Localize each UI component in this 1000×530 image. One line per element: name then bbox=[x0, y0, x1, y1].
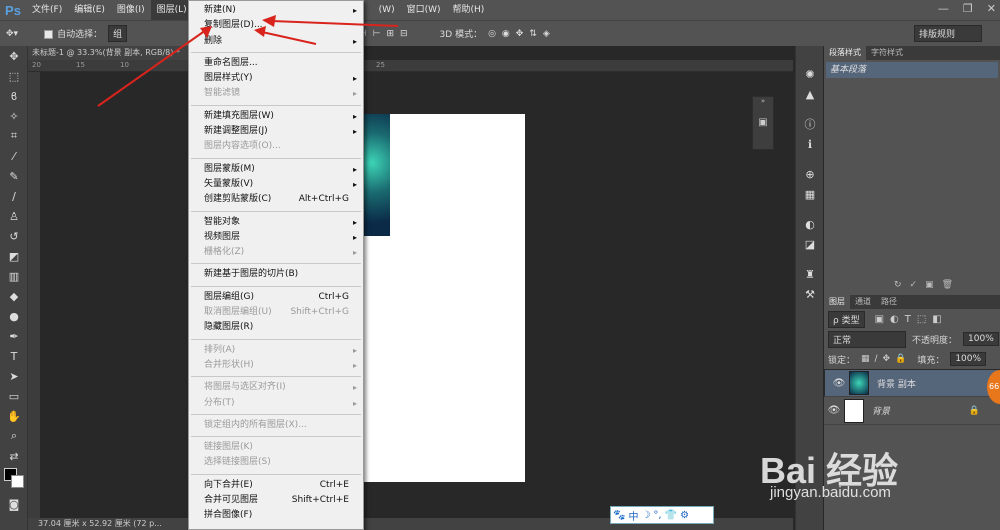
arrow-line bbox=[271, 20, 399, 27]
arrow-head bbox=[254, 26, 266, 37]
arrow-line bbox=[97, 29, 207, 107]
arrow-line bbox=[261, 31, 317, 45]
annotation-arrows bbox=[97, 15, 399, 107]
arrow-head bbox=[262, 15, 276, 27]
